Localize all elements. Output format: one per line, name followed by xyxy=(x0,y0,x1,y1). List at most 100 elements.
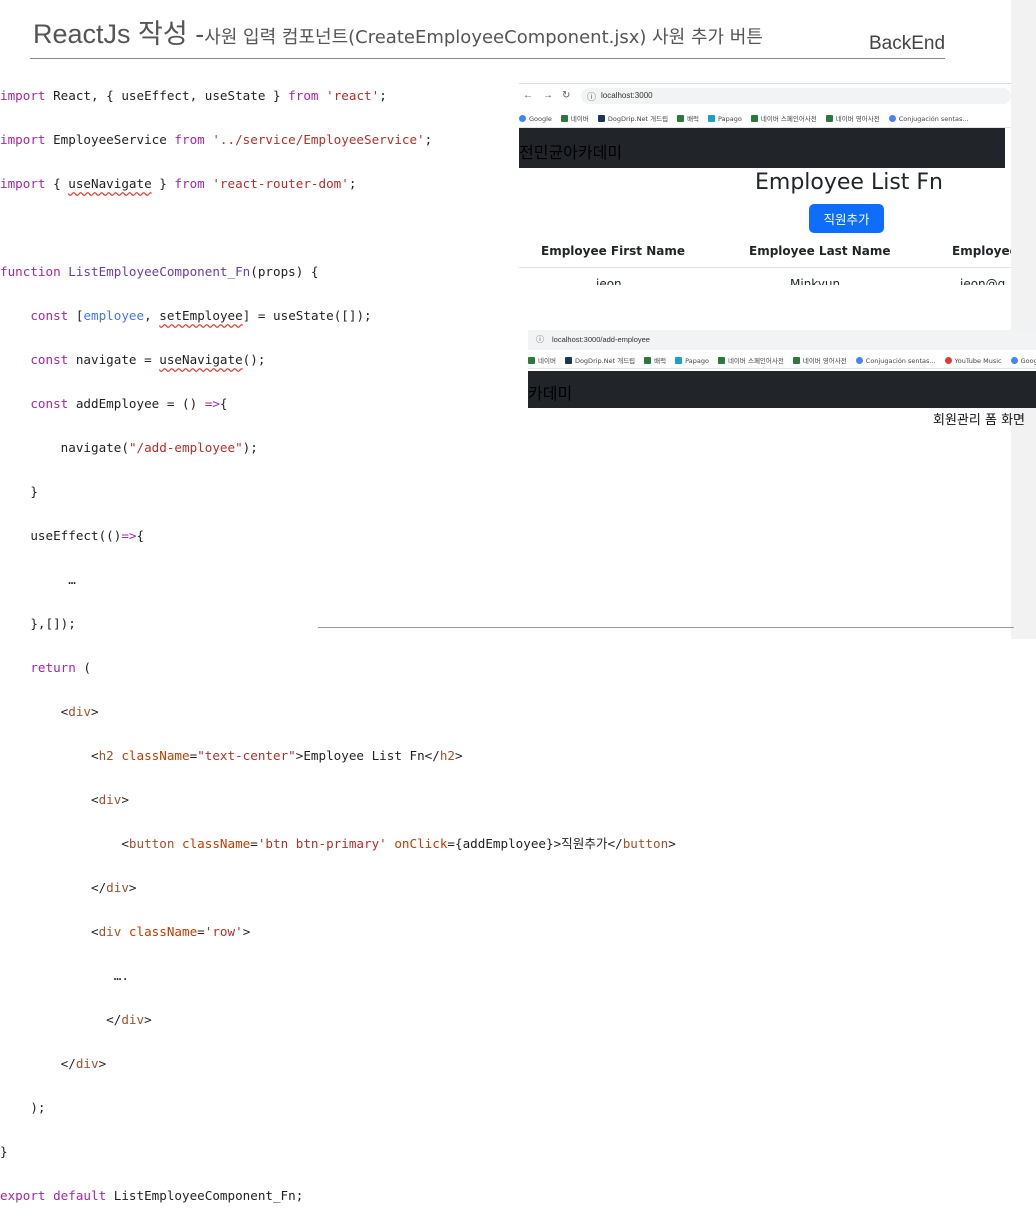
code-token: "text-center" xyxy=(197,748,296,763)
code-token: function xyxy=(0,264,61,279)
bookmark-naver-spanish[interactable]: 네이버 스페인어사전 xyxy=(718,351,784,365)
code-token: > xyxy=(121,792,129,807)
code-token: [ xyxy=(68,308,84,323)
bookmark-google[interactable]: Google xyxy=(1011,353,1036,365)
code-token: < xyxy=(0,748,99,763)
code-token: = xyxy=(197,924,205,939)
bookmark-barrack[interactable]: 배럭 xyxy=(644,351,666,365)
column-header-first-name: Employee First Name xyxy=(541,244,685,258)
code-token: < xyxy=(0,792,99,807)
code-line-22: </div> xyxy=(0,1009,676,1031)
code-token: React, { xyxy=(45,88,122,103)
code-token: 'row' xyxy=(204,924,243,939)
bookmark-naver-english[interactable]: 네이버 영어사전 xyxy=(793,351,847,365)
url-text: localhost:3000/add-employee xyxy=(552,335,650,344)
code-token: div xyxy=(121,1012,145,1027)
code-token: > xyxy=(98,1056,107,1071)
code-token: EmployeeService xyxy=(45,132,175,147)
code-token: navigate = xyxy=(68,352,160,367)
bookmark-naver[interactable]: 네이버 xyxy=(528,351,556,365)
code-token: from xyxy=(288,88,319,103)
code-token: > xyxy=(242,924,251,939)
code-token: (props) { xyxy=(250,264,319,279)
screenshot-caption: 회원관리 폼 화면 xyxy=(933,413,1025,428)
code-token: { xyxy=(136,528,145,543)
code-token: > xyxy=(668,836,676,851)
code-line-14: return ( xyxy=(0,657,676,679)
code-token: = xyxy=(189,748,198,763)
code-token: navigate xyxy=(60,440,122,455)
code-token: useEffect xyxy=(121,88,190,103)
code-token: > xyxy=(128,880,137,895)
code-line-19: </div> xyxy=(0,877,676,899)
app-navbar: 전민균아카데미 xyxy=(519,128,1005,168)
bookmark-youtube-music[interactable]: YouTube Music xyxy=(945,353,1002,365)
app-navbar: 카데미 xyxy=(528,371,1036,408)
address-bar[interactable]: ⓘ localhost:3000/add-employee xyxy=(528,330,1036,350)
slide-title-main: ReactJs 작성 - xyxy=(33,19,205,49)
navbar-brand[interactable]: 카데미 xyxy=(528,380,572,404)
bookmark-naver[interactable]: 네이버 xyxy=(561,109,589,123)
code-token: { xyxy=(45,176,69,191)
code-token: } xyxy=(0,1144,8,1159)
back-icon[interactable]: ← xyxy=(523,90,533,101)
bookmark-google[interactable]: Google xyxy=(519,111,552,123)
url-field[interactable]: ⓘ localhost:3000 xyxy=(581,88,1011,104)
title-divider xyxy=(30,58,945,59)
slide-title: ReactJs 작성 -사원 입력 컴포넌트(CreateEmployeeCom… xyxy=(33,12,763,51)
code-token: = xyxy=(250,836,258,851)
code-token: < xyxy=(0,704,69,719)
code-token: , xyxy=(189,88,205,103)
forward-icon[interactable]: → xyxy=(543,90,553,101)
bookmark-papago[interactable]: Papago xyxy=(708,111,742,123)
reload-icon[interactable]: ↻ xyxy=(562,90,570,101)
code-token: ([]); xyxy=(333,308,372,323)
navbar-brand[interactable]: 전민균아카데미 xyxy=(519,139,622,163)
bookmark-dogdrip[interactable]: DogDrip.Net 개드립 xyxy=(565,351,635,365)
code-token: ={addEmployee}> xyxy=(447,836,562,851)
code-token: div xyxy=(98,924,122,939)
cell-email: jeon@g xyxy=(960,277,1006,285)
code-token: </ xyxy=(0,880,107,895)
bookmark-naver-spanish[interactable]: 네이버 스페인어사전 xyxy=(751,109,817,123)
add-employee-button[interactable]: 직원추가 xyxy=(809,204,884,233)
code-token: < xyxy=(0,836,129,851)
bookmark-conjugacion[interactable]: Conjugación sentas... xyxy=(889,111,969,123)
code-token: (() xyxy=(98,528,122,543)
code-line-18: <button className='btn btn-primary' onCl… xyxy=(0,833,676,855)
code-token: import xyxy=(0,176,46,191)
code-token: button xyxy=(622,836,669,851)
code-token: ( xyxy=(75,660,92,675)
code-token: (); xyxy=(242,352,266,367)
code-token: 직원추가 xyxy=(561,836,608,851)
code-token: … xyxy=(0,572,76,587)
code-token: "/add-employee" xyxy=(128,440,243,455)
code-token: useState xyxy=(273,308,334,323)
column-header-email: Employee xyxy=(952,244,1011,258)
code-token: </ xyxy=(0,1012,122,1027)
bookmark-dogdrip[interactable]: DogDrip.Net 개드립 xyxy=(598,109,668,123)
bookmark-conjugacion[interactable]: Conjugación sentas... xyxy=(856,353,936,365)
code-token: ; xyxy=(379,88,387,103)
code-token: button xyxy=(128,836,175,851)
code-token: className xyxy=(182,836,251,851)
code-token: => xyxy=(121,528,137,543)
slide-title-sub: 사원 입력 컴포넌트(CreateEmployeeComponent.jsx) … xyxy=(204,27,763,48)
code-token: div xyxy=(68,704,91,719)
code-token: ); xyxy=(0,1100,46,1115)
code-token: ; xyxy=(348,176,357,191)
bookmark-papago[interactable]: Papago xyxy=(675,353,709,365)
code-token: const xyxy=(30,396,69,411)
bookmark-barrack[interactable]: 배럭 xyxy=(677,109,699,123)
code-token: className xyxy=(128,924,198,939)
right-margin-strip xyxy=(1011,0,1036,639)
code-token: => xyxy=(204,396,220,411)
bookmark-naver-english[interactable]: 네이버 영어사전 xyxy=(826,109,880,123)
table-header-divider xyxy=(519,267,1011,268)
